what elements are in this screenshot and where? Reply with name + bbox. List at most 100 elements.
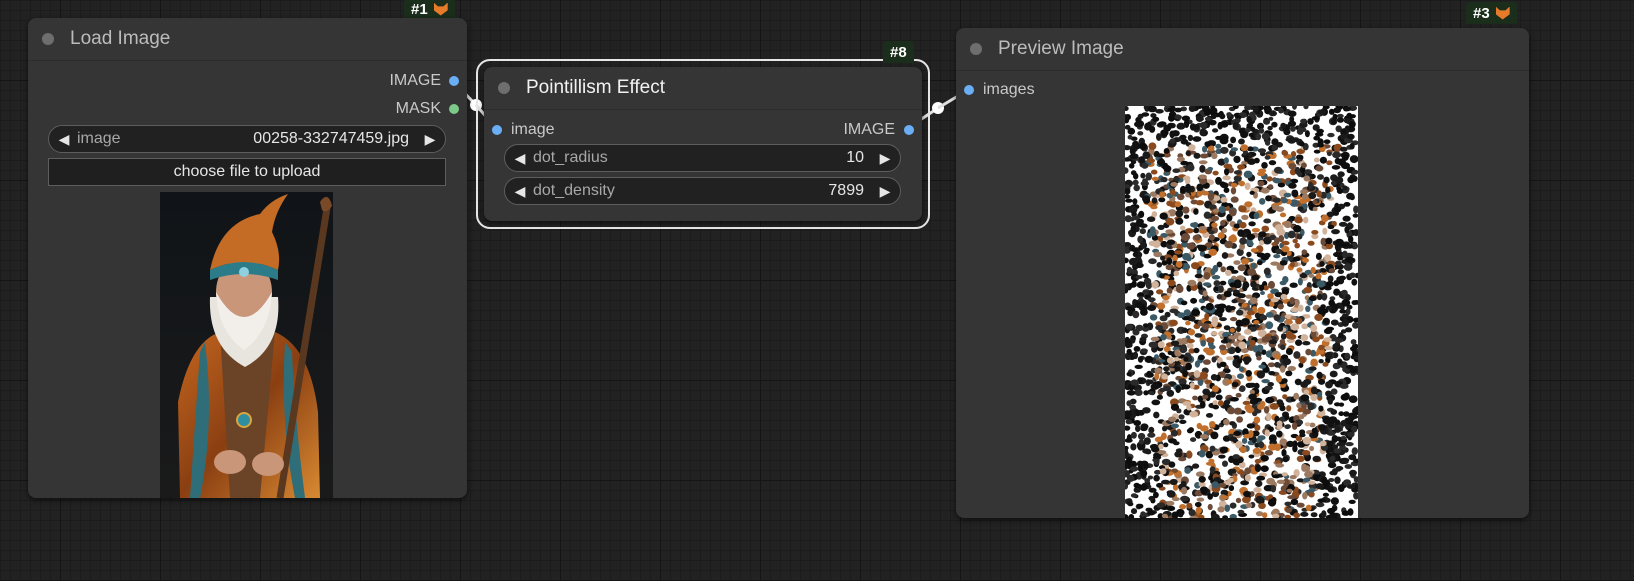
left-arrow-icon[interactable]: ◀ — [513, 183, 527, 200]
paint-dot — [1321, 214, 1329, 222]
paint-dot — [1186, 502, 1193, 509]
input-images-slot[interactable]: images — [964, 81, 1035, 99]
right-arrow-icon[interactable]: ▶ — [878, 150, 892, 167]
collapse-dot-icon[interactable] — [970, 43, 982, 55]
paint-dot — [1230, 136, 1237, 144]
paint-dot — [1171, 497, 1180, 502]
paint-dot — [1183, 309, 1191, 317]
paint-dot — [1228, 485, 1235, 492]
paint-dot — [1284, 424, 1291, 430]
paint-dot — [1233, 407, 1243, 415]
paint-dot — [1125, 419, 1133, 425]
input-images-dot-icon[interactable] — [964, 85, 974, 95]
dot-radius-widget[interactable]: ◀ dot_radius 10 ▶ — [504, 144, 901, 172]
collapse-dot-icon[interactable] — [42, 33, 54, 45]
right-arrow-icon[interactable]: ▶ — [423, 131, 437, 148]
paint-dot — [1310, 358, 1318, 367]
upload-button[interactable]: choose file to upload — [48, 158, 446, 186]
paint-dot — [1288, 182, 1297, 189]
paint-dot — [1231, 381, 1239, 388]
paint-dot — [1143, 390, 1149, 396]
paint-dot — [1264, 155, 1271, 160]
paint-dot — [1186, 163, 1195, 172]
paint-dot — [1343, 202, 1351, 207]
output-mask-slot[interactable]: MASK — [396, 100, 459, 118]
paint-dot — [1303, 389, 1310, 395]
collapse-dot-icon[interactable] — [498, 82, 510, 94]
paint-dot — [1140, 348, 1148, 353]
paint-dot — [1163, 148, 1170, 154]
paint-dot — [1274, 354, 1281, 360]
paint-dot — [1333, 251, 1342, 258]
node-title-bar[interactable]: Load Image — [28, 18, 467, 61]
paint-dot — [1334, 280, 1340, 286]
output-image-dot-icon[interactable] — [904, 125, 914, 135]
dot-density-widget[interactable]: ◀ dot_density 7899 ▶ — [504, 177, 901, 205]
paint-dot — [1198, 449, 1206, 458]
paint-dot — [1236, 309, 1244, 316]
paint-dot — [1186, 242, 1196, 250]
paint-dot — [1126, 348, 1132, 355]
paint-dot — [1343, 263, 1353, 271]
paint-dot — [1345, 442, 1354, 447]
paint-dot — [1151, 197, 1158, 204]
left-arrow-icon[interactable]: ◀ — [513, 150, 527, 167]
paint-dot — [1264, 139, 1271, 146]
paint-dot — [1232, 289, 1240, 294]
paint-dot — [1182, 252, 1191, 261]
paint-dot — [1130, 379, 1139, 386]
paint-dot — [1165, 229, 1174, 234]
paint-dot — [1180, 139, 1189, 145]
right-arrow-icon[interactable]: ▶ — [878, 183, 892, 200]
paint-dot — [1209, 344, 1216, 350]
left-arrow-icon[interactable]: ◀ — [57, 131, 71, 148]
widget-value: 7899 — [828, 182, 864, 199]
pointillism-node[interactable]: Pointillism Effect image IMAGE ◀ dot_rad… — [484, 67, 922, 221]
paint-dot — [1147, 510, 1156, 516]
paint-dot — [1142, 407, 1151, 414]
paint-dot — [1170, 403, 1180, 411]
paint-dot — [1187, 328, 1196, 336]
paint-dot — [1299, 356, 1306, 364]
paint-dot — [1229, 208, 1237, 217]
paint-dot — [1174, 201, 1182, 208]
paint-dot — [1189, 316, 1196, 322]
paint-dot — [1277, 303, 1284, 310]
load-image-node[interactable]: Load Image IMAGE MASK ◀ image 00258-3327… — [28, 18, 467, 498]
paint-dot — [1137, 464, 1144, 472]
output-mask-dot-icon[interactable] — [449, 104, 459, 114]
node-title: Pointillism Effect — [526, 77, 666, 98]
paint-dot — [1240, 131, 1249, 139]
paint-dot — [1128, 217, 1135, 222]
paint-dot — [1343, 411, 1350, 417]
node-title-bar[interactable]: Pointillism Effect — [484, 67, 922, 110]
output-image-dot-icon[interactable] — [449, 76, 459, 86]
input-image-dot-icon[interactable] — [492, 125, 502, 135]
paint-dot — [1265, 195, 1272, 202]
paint-dot — [1219, 371, 1226, 379]
paint-dot — [1300, 511, 1309, 517]
image-select-widget[interactable]: ◀ image 00258-332747459.jpg ▶ — [48, 125, 446, 153]
paint-dot — [1245, 407, 1255, 413]
paint-dot — [1268, 160, 1277, 166]
paint-dot — [1183, 356, 1189, 362]
paint-dot — [1242, 281, 1250, 289]
paint-dot — [1193, 234, 1201, 241]
paint-dot — [1199, 128, 1207, 136]
paint-dot — [1147, 432, 1156, 438]
paint-dot — [1222, 175, 1231, 181]
output-image-slot[interactable]: IMAGE — [389, 72, 459, 90]
output-image-slot[interactable]: IMAGE — [843, 121, 914, 139]
input-image-slot[interactable]: image — [492, 121, 555, 139]
paint-dot — [1159, 191, 1166, 198]
preview-image-node[interactable]: Preview Image images — [956, 28, 1529, 518]
paint-dot — [1301, 162, 1307, 169]
paint-dot — [1237, 264, 1247, 272]
node-title-bar[interactable]: Preview Image — [956, 28, 1529, 71]
paint-dot — [1230, 196, 1239, 203]
paint-dot — [1229, 306, 1236, 311]
paint-dot — [1162, 295, 1170, 301]
paint-dot — [1129, 257, 1138, 265]
paint-dot — [1344, 464, 1353, 469]
paint-dot — [1129, 466, 1139, 472]
